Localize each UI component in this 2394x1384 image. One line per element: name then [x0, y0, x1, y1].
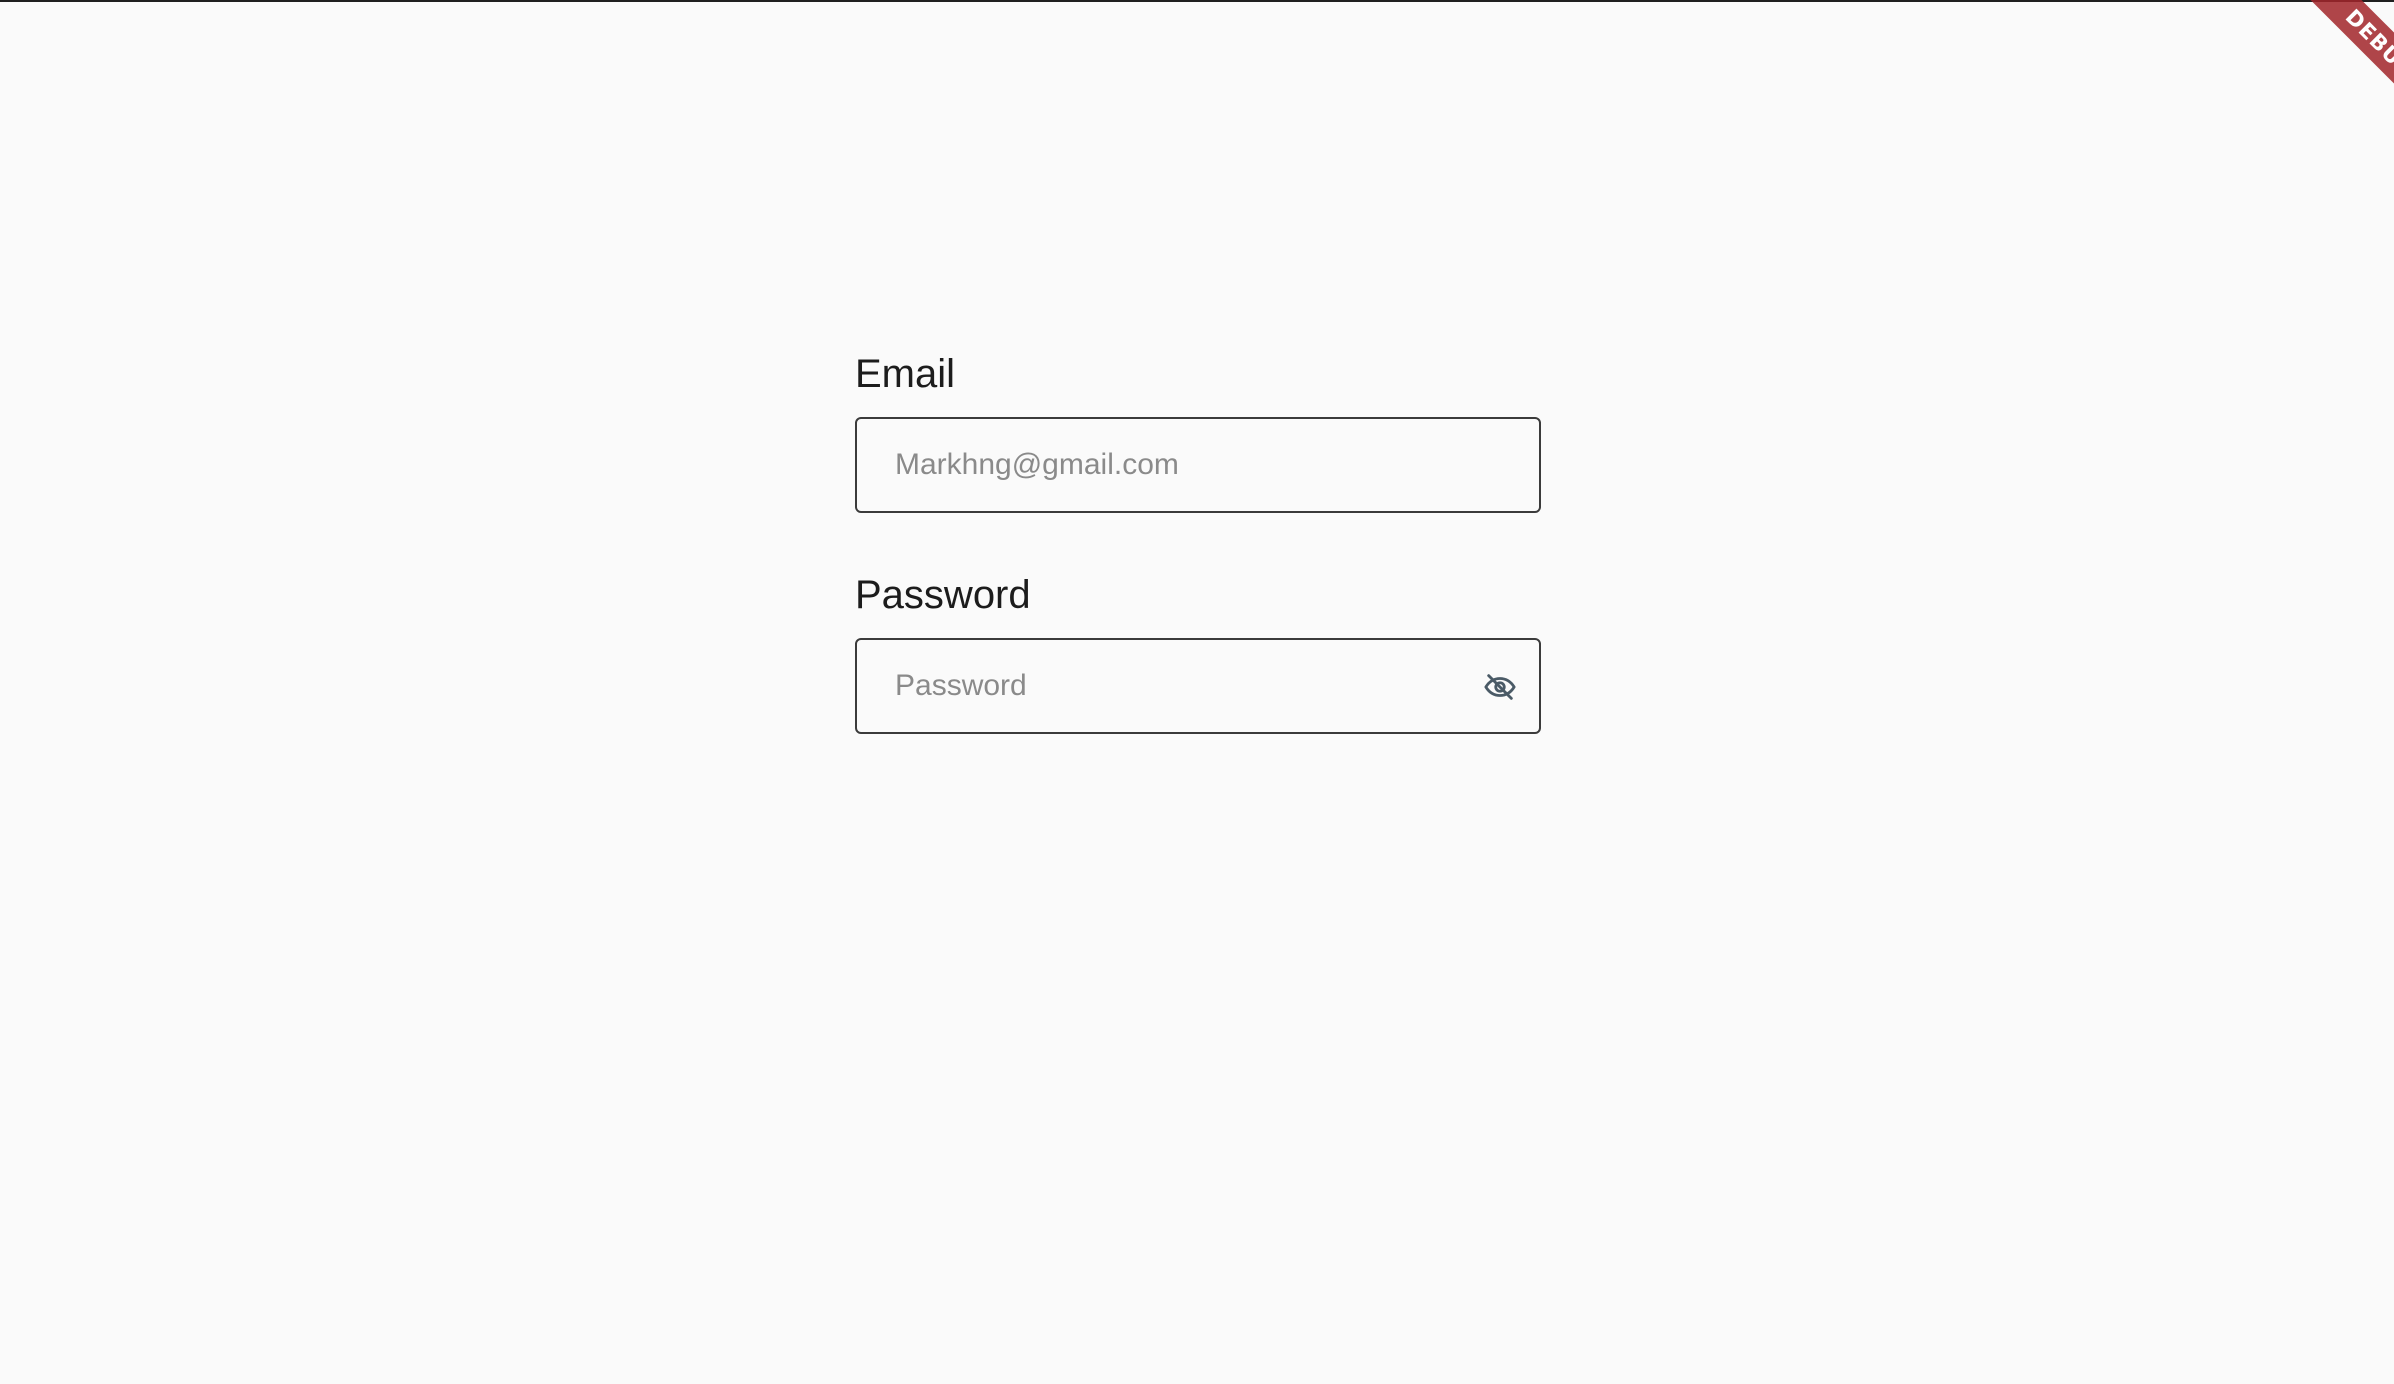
login-form: Email Password	[855, 346, 1541, 734]
email-field-container[interactable]	[855, 417, 1541, 513]
password-field[interactable]	[895, 640, 1475, 732]
password-label: Password	[855, 573, 1031, 617]
debug-banner-label: DEBUG	[2296, 0, 2394, 120]
eye-off-icon[interactable]	[1483, 670, 1517, 704]
window-top-border	[0, 0, 2394, 2]
email-field[interactable]	[895, 419, 1475, 511]
debug-banner: DEBUG	[2274, 0, 2394, 120]
email-label: Email	[855, 352, 956, 396]
password-field-container[interactable]	[855, 638, 1541, 734]
